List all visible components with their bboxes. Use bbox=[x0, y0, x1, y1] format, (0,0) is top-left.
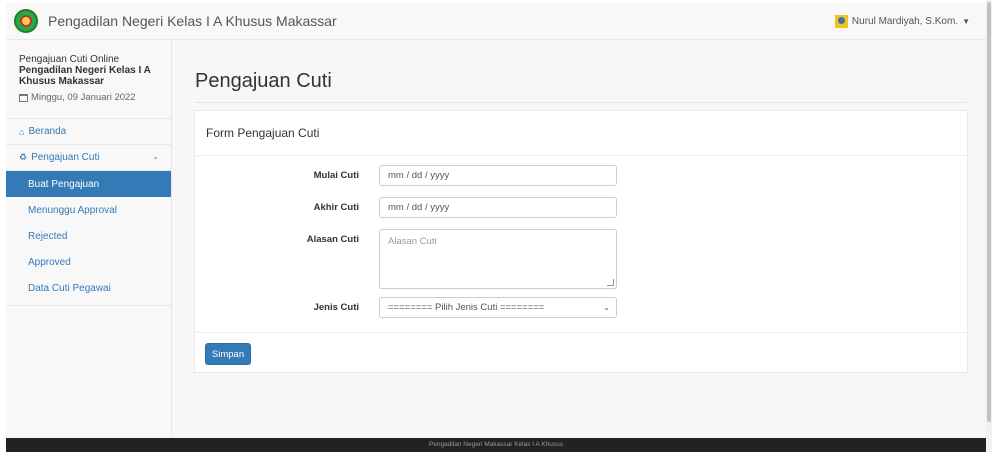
sidebar: Pengajuan Cuti Online Pengadilan Negeri … bbox=[6, 40, 172, 438]
date-text: Minggu, 09 Januari 2022 bbox=[31, 92, 136, 103]
jenis-cuti-selected: ======== Pilih Jenis Cuti ======== bbox=[388, 302, 545, 313]
page-title: Pengajuan Cuti bbox=[195, 70, 332, 92]
sidebar-item-buat-pengajuan[interactable]: Buat Pengajuan bbox=[6, 171, 171, 197]
form-panel: Form Pengajuan Cuti Mulai Cuti mm / dd /… bbox=[194, 110, 968, 373]
jenis-cuti-row: Jenis Cuti ======== Pilih Jenis Cuti ===… bbox=[195, 297, 617, 318]
panel-footer: Simpan bbox=[195, 332, 967, 372]
mulai-cuti-date-input[interactable]: mm / dd / yyyy bbox=[379, 165, 617, 186]
sidebar-item-beranda[interactable]: ⌂ Beranda bbox=[6, 119, 171, 145]
user-menu[interactable]: Nurul Mardiyah, S.Kom. ▼ bbox=[834, 15, 970, 28]
panel-title: Form Pengajuan Cuti bbox=[195, 111, 967, 156]
brand[interactable]: Pengadilan Negeri Kelas I A Khusus Makas… bbox=[14, 9, 337, 33]
akhir-cuti-row: Akhir Cuti mm / dd / yyyy bbox=[195, 197, 617, 218]
submenu: Buat Pengajuan Menunggu Approval Rejecte… bbox=[6, 171, 171, 306]
brand-title: Pengadilan Negeri Kelas I A Khusus Makas… bbox=[48, 13, 337, 29]
sidebar-item-approved[interactable]: Approved bbox=[6, 249, 171, 275]
sidebar-header: Pengajuan Cuti Online Pengadilan Negeri … bbox=[6, 40, 171, 119]
akhir-cuti-date-input[interactable]: mm / dd / yyyy bbox=[379, 197, 617, 218]
page-footer: Pengadilan Negeri Makassar Kelas I A Khu… bbox=[6, 438, 986, 452]
main-content: Pengajuan Cuti Form Pengajuan Cuti Mulai… bbox=[172, 40, 986, 438]
court-name-line1: Pengadilan Negeri Kelas I A bbox=[19, 65, 151, 76]
mulai-cuti-row: Mulai Cuti mm / dd / yyyy bbox=[195, 165, 617, 186]
akhir-cuti-label: Akhir Cuti bbox=[313, 202, 359, 213]
chevron-down-icon: ⌄ bbox=[152, 152, 159, 161]
calendar-icon bbox=[19, 93, 28, 102]
court-logo-icon bbox=[14, 9, 38, 33]
sidebar-item-data-cuti-pegawai[interactable]: Data Cuti Pegawai bbox=[6, 275, 171, 301]
title-divider bbox=[195, 102, 967, 103]
jenis-cuti-select[interactable]: ======== Pilih Jenis Cuti ======== ⌄ bbox=[379, 297, 617, 318]
mulai-cuti-label: Mulai Cuti bbox=[313, 170, 359, 181]
sidebar-item-menunggu-approval[interactable]: Menunggu Approval bbox=[6, 197, 171, 223]
sidebar-item-pengajuan-cuti[interactable]: ♻ Pengajuan Cuti ⌄ bbox=[6, 145, 171, 171]
recycle-icon: ♻ bbox=[19, 152, 28, 162]
alasan-cuti-textarea[interactable]: Alasan Cuti bbox=[379, 229, 617, 289]
current-date: Minggu, 09 Januari 2022 bbox=[19, 92, 158, 103]
chevron-down-icon: ⌄ bbox=[603, 303, 610, 312]
sidebar-item-label: Pengajuan Cuti bbox=[31, 152, 100, 163]
jenis-cuti-label: Jenis Cuti bbox=[313, 302, 359, 313]
alasan-cuti-label: Alasan Cuti bbox=[306, 234, 359, 245]
home-icon: ⌂ bbox=[19, 126, 25, 137]
user-name: Nurul Mardiyah, S.Kom. bbox=[851, 16, 959, 27]
alasan-cuti-row: Alasan Cuti Alasan Cuti bbox=[195, 229, 617, 289]
caret-down-icon: ▼ bbox=[962, 17, 970, 26]
user-avatar-icon bbox=[834, 15, 848, 28]
sidebar-item-rejected[interactable]: Rejected bbox=[6, 223, 171, 249]
simpan-button[interactable]: Simpan bbox=[205, 343, 251, 365]
scrollbar-thumb[interactable] bbox=[987, 2, 991, 422]
sidebar-item-label: Beranda bbox=[28, 126, 67, 137]
app-name: Pengajuan Cuti Online bbox=[19, 54, 120, 65]
court-name-line2: Khusus Makassar bbox=[19, 76, 105, 87]
top-navbar: Pengadilan Negeri Kelas I A Khusus Makas… bbox=[6, 3, 986, 40]
